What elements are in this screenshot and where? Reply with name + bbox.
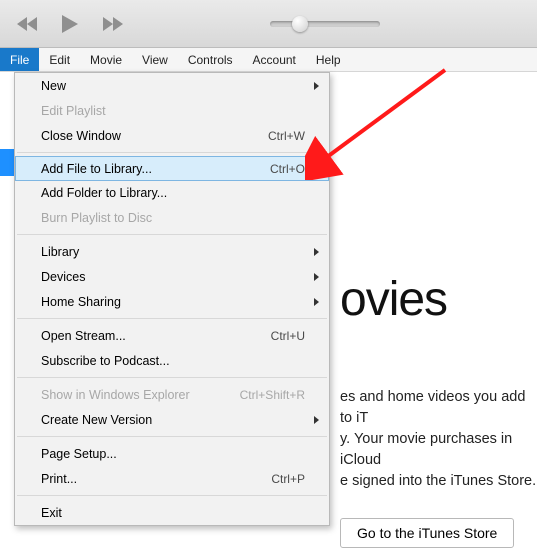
- menu-item-print[interactable]: Print... Ctrl+P: [15, 466, 329, 491]
- menu-item-shortcut: Ctrl+U: [271, 329, 305, 343]
- menu-item-shortcut: Ctrl+P: [271, 472, 305, 486]
- menu-separator: [17, 377, 327, 378]
- submenu-arrow-icon: [314, 273, 319, 281]
- file-menu-dropdown: New Edit Playlist Close Window Ctrl+W Ad…: [14, 72, 330, 526]
- submenu-arrow-icon: [314, 248, 319, 256]
- menu-separator: [17, 436, 327, 437]
- menu-item-library[interactable]: Library: [15, 239, 329, 264]
- menu-bar: File Edit Movie View Controls Account He…: [0, 48, 537, 72]
- menu-item-create-new-version[interactable]: Create New Version: [15, 407, 329, 432]
- menu-item-subscribe-podcast[interactable]: Subscribe to Podcast...: [15, 348, 329, 373]
- menu-item-label: Edit Playlist: [41, 104, 305, 118]
- play-button[interactable]: [56, 10, 84, 38]
- desc-line: y. Your movie purchases in iCloud: [340, 431, 512, 468]
- menu-item-burn-playlist: Burn Playlist to Disc: [15, 205, 329, 230]
- menu-item-label: Subscribe to Podcast...: [41, 354, 305, 368]
- sidebar-selection-indicator: [0, 149, 14, 176]
- menu-separator: [17, 234, 327, 235]
- menu-edit[interactable]: Edit: [39, 48, 80, 71]
- menu-item-page-setup[interactable]: Page Setup...: [15, 441, 329, 466]
- menu-help[interactable]: Help: [306, 48, 351, 71]
- menu-item-show-in-explorer: Show in Windows Explorer Ctrl+Shift+R: [15, 382, 329, 407]
- menu-movie[interactable]: Movie: [80, 48, 132, 71]
- submenu-arrow-icon: [314, 82, 319, 90]
- menu-item-label: Exit: [41, 506, 305, 520]
- menu-item-label: Page Setup...: [41, 447, 305, 461]
- menu-item-label: Add File to Library...: [41, 162, 270, 176]
- menu-item-exit[interactable]: Exit: [15, 500, 329, 525]
- menu-item-label: Library: [41, 245, 305, 259]
- volume-slider[interactable]: [270, 21, 380, 27]
- menu-item-label: Create New Version: [41, 413, 305, 427]
- menu-item-label: Home Sharing: [41, 295, 305, 309]
- menu-separator: [17, 318, 327, 319]
- menu-item-shortcut: Ctrl+Shift+R: [240, 388, 305, 402]
- desc-line: es and home videos you add to iT: [340, 389, 525, 426]
- menu-item-label: Devices: [41, 270, 305, 284]
- menu-account[interactable]: Account: [243, 48, 306, 71]
- menu-separator: [17, 152, 327, 153]
- page-title: ovies: [340, 272, 537, 327]
- menu-item-devices[interactable]: Devices: [15, 264, 329, 289]
- menu-separator: [17, 495, 327, 496]
- menu-item-close-window[interactable]: Close Window Ctrl+W: [15, 123, 329, 148]
- menu-view[interactable]: View: [132, 48, 178, 71]
- menu-item-label: Close Window: [41, 129, 268, 143]
- menu-item-label: Print...: [41, 472, 271, 486]
- menu-item-label: Open Stream...: [41, 329, 271, 343]
- submenu-arrow-icon: [314, 416, 319, 424]
- menu-file[interactable]: File: [0, 48, 39, 71]
- menu-item-home-sharing[interactable]: Home Sharing: [15, 289, 329, 314]
- menu-item-label: Add Folder to Library...: [41, 186, 305, 200]
- submenu-arrow-icon: [314, 298, 319, 306]
- volume-thumb[interactable]: [292, 16, 308, 32]
- page-description: es and home videos you add to iT y. Your…: [340, 387, 537, 492]
- previous-track-button[interactable]: [14, 10, 42, 38]
- menu-item-label: New: [41, 79, 305, 93]
- menu-item-shortcut: Ctrl+W: [268, 129, 305, 143]
- menu-item-add-file-to-library[interactable]: Add File to Library... Ctrl+O: [15, 156, 329, 181]
- menu-item-label: Show in Windows Explorer: [41, 388, 240, 402]
- menu-item-edit-playlist: Edit Playlist: [15, 98, 329, 123]
- desc-line: e signed into the iTunes Store.: [340, 473, 536, 489]
- menu-item-add-folder-to-library[interactable]: Add Folder to Library...: [15, 180, 329, 205]
- playback-toolbar: [0, 0, 537, 48]
- menu-controls[interactable]: Controls: [178, 48, 243, 71]
- next-track-button[interactable]: [98, 10, 126, 38]
- menu-item-shortcut: Ctrl+O: [270, 162, 305, 176]
- menu-item-label: Burn Playlist to Disc: [41, 211, 305, 225]
- go-to-store-button[interactable]: Go to the iTunes Store: [340, 518, 514, 548]
- menu-item-new[interactable]: New: [15, 73, 329, 98]
- menu-item-open-stream[interactable]: Open Stream... Ctrl+U: [15, 323, 329, 348]
